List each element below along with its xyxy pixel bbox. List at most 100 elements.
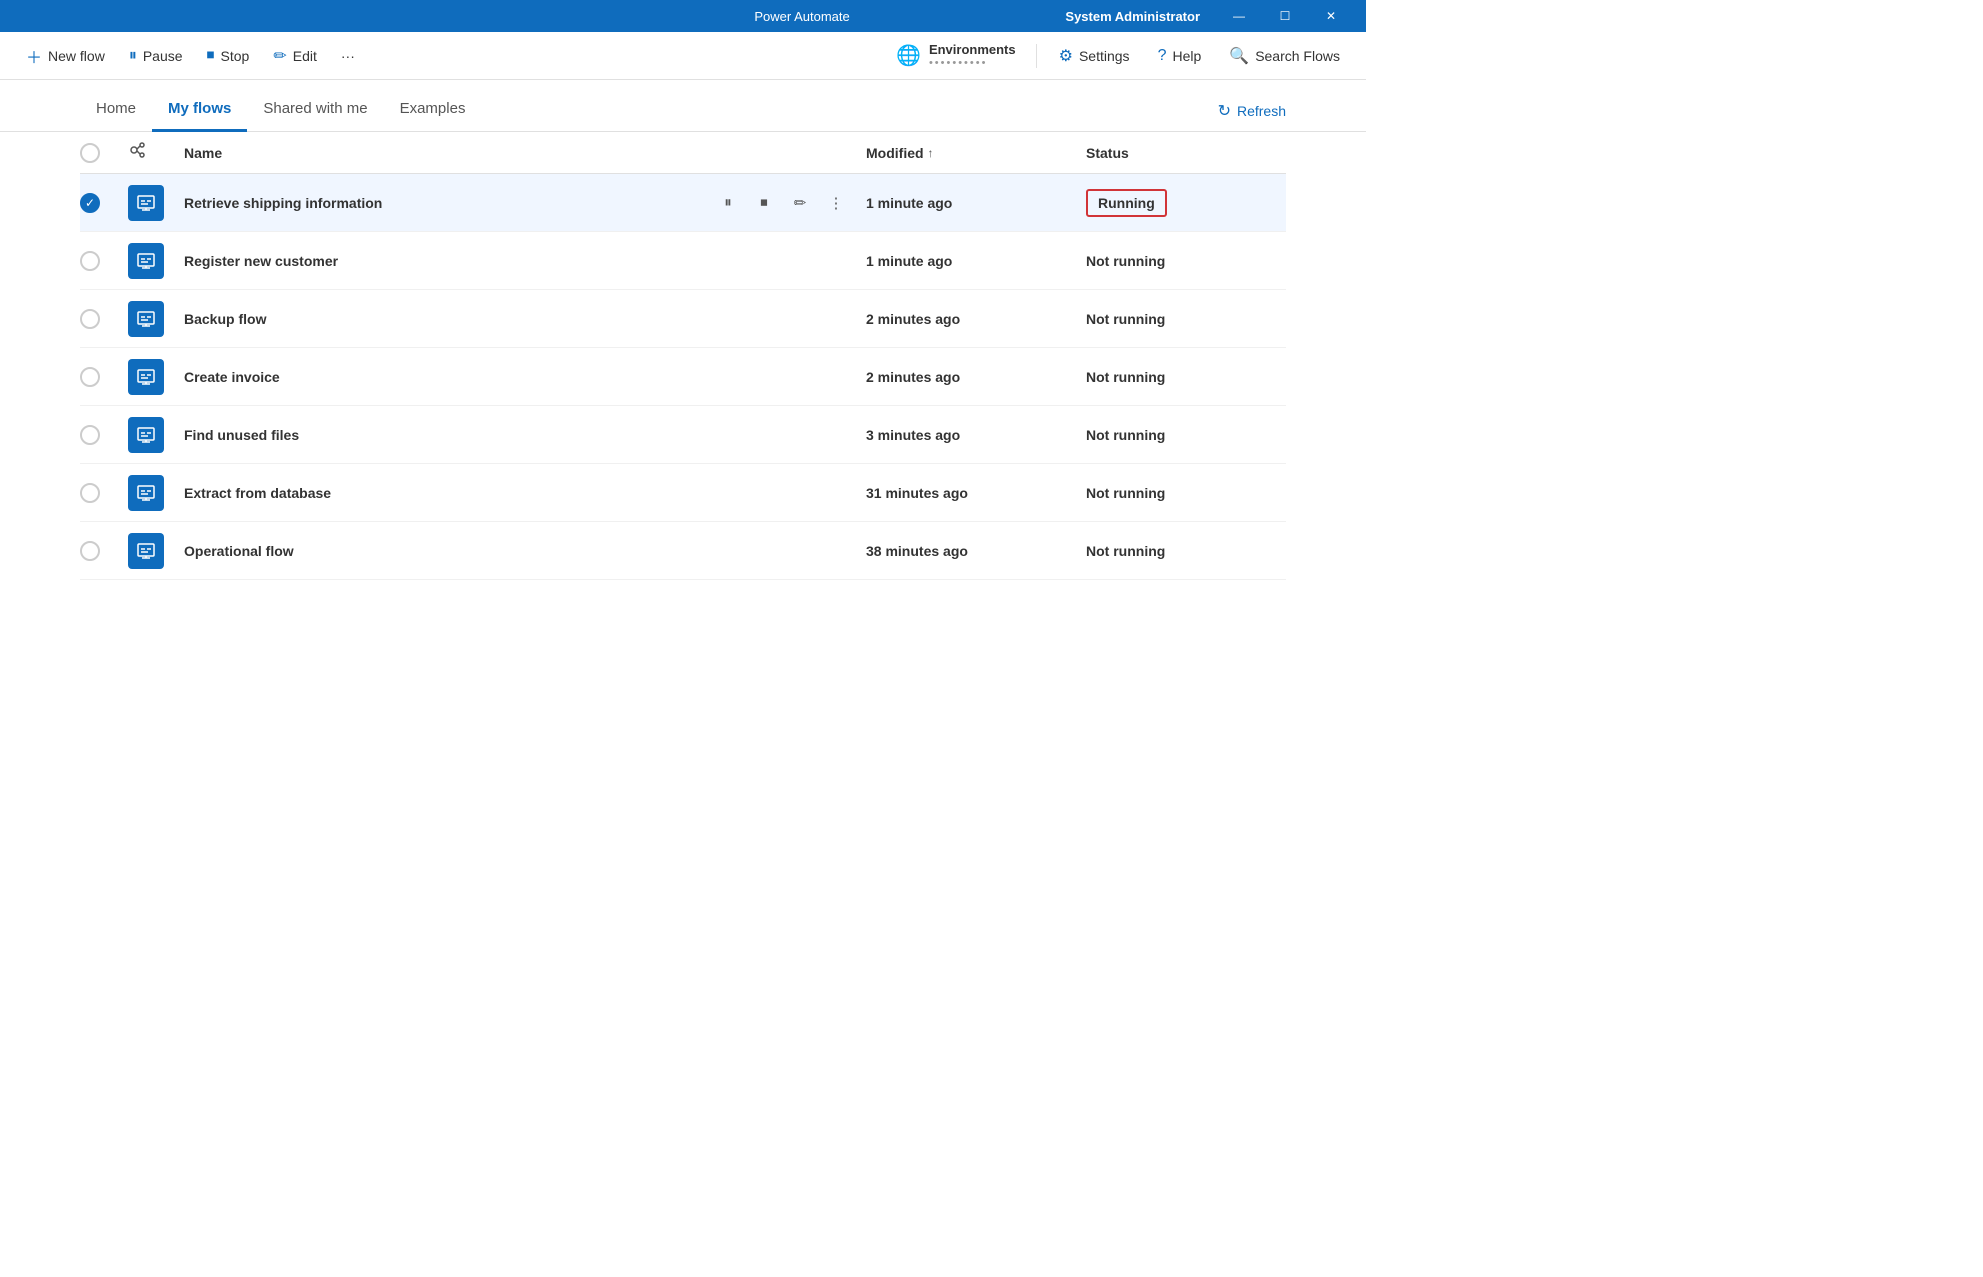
status-badge: Running [1086, 189, 1167, 217]
row-edit-button[interactable]: ✏ [786, 189, 814, 217]
table-row[interactable]: Operational flow 38 minutes ago Not runn… [80, 522, 1286, 580]
pause-button[interactable]: ⏸ Pause [119, 41, 193, 71]
row-icon-area [128, 533, 184, 569]
row-checkbox-area[interactable] [80, 367, 128, 387]
status-text: Not running [1086, 485, 1165, 501]
row-icon-area [128, 301, 184, 337]
status-text: Not running [1086, 311, 1165, 327]
header-status: Status [1086, 145, 1286, 161]
status-text: Not running [1086, 253, 1165, 269]
row-checkbox-area[interactable] [80, 425, 128, 445]
flow-name[interactable]: Extract from database [184, 485, 525, 501]
select-all-checkbox[interactable] [80, 143, 100, 163]
edit-button[interactable]: ✏ Edit [263, 40, 327, 72]
status-text: Not running [1086, 543, 1165, 559]
status-area: Not running [1086, 427, 1286, 443]
table-row[interactable]: Create invoice 2 minutes ago Not running [80, 348, 1286, 406]
minimize-button[interactable]: — [1216, 0, 1262, 32]
modified-text: 38 minutes ago [866, 543, 1086, 559]
sort-icon[interactable]: ↑ [928, 146, 934, 160]
toolbar-divider-1 [1036, 44, 1037, 68]
edit-label: Edit [293, 48, 317, 64]
row-checkbox[interactable] [80, 425, 100, 445]
globe-icon: 🌐 [896, 43, 921, 68]
row-pause-button[interactable]: ⏸ [714, 189, 742, 217]
flow-icon [128, 301, 164, 337]
table-row[interactable]: Backup flow 2 minutes ago Not running [80, 290, 1286, 348]
pause-label: Pause [143, 48, 183, 64]
row-stop-button[interactable]: ⏹ [750, 189, 778, 217]
header-flow-type [128, 140, 184, 165]
pause-icon: ⏸ [129, 47, 137, 65]
search-flows-label: Search Flows [1255, 48, 1340, 64]
tab-shared-with-me[interactable]: Shared with me [247, 86, 383, 132]
status-area: Running [1086, 189, 1286, 217]
more-button[interactable]: ··· [331, 42, 365, 70]
row-icon-area [128, 475, 184, 511]
modified-text: 31 minutes ago [866, 485, 1086, 501]
tab-home[interactable]: Home [80, 86, 152, 132]
title-bar-controls: System Administrator — ☐ ✕ [1065, 0, 1354, 32]
flow-name[interactable]: Operational flow [184, 543, 525, 559]
row-checkbox-area[interactable]: ✓ [80, 193, 128, 213]
row-more-button[interactable]: ⋮ [822, 189, 850, 217]
flow-name[interactable]: Create invoice [184, 369, 525, 385]
status-text: Not running [1086, 369, 1165, 385]
help-label: Help [1172, 48, 1201, 64]
row-checkbox[interactable] [80, 541, 100, 561]
flow-name[interactable]: Retrieve shipping information [184, 195, 714, 211]
settings-icon: ⚙ [1059, 46, 1073, 66]
row-checkbox[interactable] [80, 309, 100, 329]
table-row[interactable]: Find unused files 3 minutes ago Not runn… [80, 406, 1286, 464]
flow-icon [128, 243, 164, 279]
refresh-icon: ↻ [1218, 101, 1231, 121]
row-checkbox-area[interactable] [80, 541, 128, 561]
row-checkbox[interactable]: ✓ [80, 193, 100, 213]
new-flow-label: New flow [48, 48, 105, 64]
header-name: Name [184, 145, 866, 161]
edit-icon: ✏ [273, 46, 286, 66]
table-header: Name Modified ↑ Status [80, 132, 1286, 174]
row-checkbox-area[interactable] [80, 483, 128, 503]
table-row[interactable]: Register new customer 1 minute ago Not r… [80, 232, 1286, 290]
environments-button[interactable]: 🌐 Environments •••••••••• [888, 38, 1024, 73]
row-checkbox-area[interactable] [80, 309, 128, 329]
row-icon-area [128, 359, 184, 395]
toolbar-right: 🌐 Environments •••••••••• ⚙ Settings ? H… [888, 38, 1350, 73]
title-bar: Power Automate System Administrator — ☐ … [0, 0, 1366, 32]
row-icon-area [128, 243, 184, 279]
header-modified: Modified ↑ [866, 145, 1086, 161]
env-text: Environments •••••••••• [929, 42, 1016, 69]
row-checkbox[interactable] [80, 251, 100, 271]
user-name: System Administrator [1065, 9, 1200, 24]
row-checkbox[interactable] [80, 483, 100, 503]
settings-label: Settings [1079, 48, 1130, 64]
flow-name[interactable]: Register new customer [184, 253, 525, 269]
flow-name[interactable]: Backup flow [184, 311, 525, 327]
settings-button[interactable]: ⚙ Settings [1049, 40, 1140, 72]
flow-type-icon [128, 140, 148, 160]
new-flow-button[interactable]: ＋ New flow [16, 38, 115, 74]
row-icon-area [128, 417, 184, 453]
table-rows: ✓ Retrieve shipping information ⏸ ⏹ ✏ ⋮ [80, 174, 1286, 580]
flow-name[interactable]: Find unused files [184, 427, 525, 443]
row-checkbox-area[interactable] [80, 251, 128, 271]
tab-examples[interactable]: Examples [384, 86, 482, 132]
tab-my-flows[interactable]: My flows [152, 86, 247, 132]
env-value: •••••••••• [929, 57, 1016, 69]
table-row[interactable]: ✓ Retrieve shipping information ⏸ ⏹ ✏ ⋮ [80, 174, 1286, 232]
refresh-label: Refresh [1237, 103, 1286, 119]
help-icon: ? [1158, 47, 1167, 65]
stop-icon: ⏹ [207, 47, 215, 65]
search-flows-button[interactable]: 🔍 Search Flows [1219, 40, 1350, 72]
app-title: Power Automate [539, 9, 1066, 24]
stop-button[interactable]: ⏹ Stop [197, 41, 260, 71]
table-row[interactable]: Extract from database 31 minutes ago Not… [80, 464, 1286, 522]
row-checkbox[interactable] [80, 367, 100, 387]
search-icon: 🔍 [1229, 46, 1249, 66]
help-button[interactable]: ? Help [1148, 41, 1212, 71]
maximize-button[interactable]: ☐ [1262, 0, 1308, 32]
refresh-button[interactable]: ↻ Refresh [1218, 101, 1286, 121]
status-area: Not running [1086, 543, 1286, 559]
close-button[interactable]: ✕ [1308, 0, 1354, 32]
